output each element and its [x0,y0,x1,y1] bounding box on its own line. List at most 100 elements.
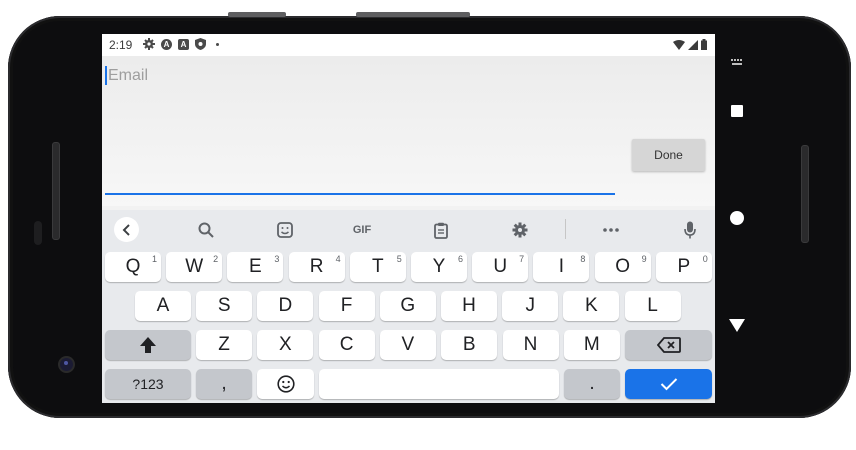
key-label: O [615,256,630,277]
shift-key[interactable] [105,330,191,360]
key-label: R [309,256,324,277]
collapse-toolbar-button[interactable] [114,217,139,242]
key-a[interactable]: A [135,291,191,321]
home-icon[interactable] [730,211,744,225]
chevron-left-icon [122,223,130,236]
key-m[interactable]: M [563,330,620,360]
volume-button [228,12,286,17]
emoji-key[interactable] [257,369,314,399]
search-button[interactable] [194,218,218,242]
key-label: U [493,256,508,277]
symbols-key[interactable]: ?123 [105,369,191,399]
emoji-icon [276,375,295,393]
clipboard-button[interactable] [429,218,453,242]
clipboard-icon [434,222,448,239]
key-c[interactable]: C [318,330,375,360]
key-label: W [185,256,204,277]
screen: 2:19 A A Email Done GIF Q 1 W 2 E 3 R 4 … [102,34,715,403]
status-left-icons: A A [143,38,219,50]
a-icon: A [161,38,172,50]
key-r[interactable]: R4 [288,252,345,282]
checkmark-icon [660,378,677,391]
mic-icon [684,221,696,239]
key-label: T [371,256,384,277]
key-v[interactable]: V [379,330,436,360]
key-number-hint: 5 [396,254,402,264]
key-t[interactable]: T5 [349,252,406,282]
battery-icon [701,39,707,50]
wifi-icon [673,39,685,50]
key-p[interactable]: P0 [655,252,712,282]
key-number-hint: 3 [274,254,280,264]
speaker-left [52,142,60,240]
backspace-icon [656,337,681,353]
status-time: 2:19 [109,38,133,52]
keyboard-toolbar: GIF [102,210,715,248]
done-button[interactable]: Done [632,139,705,171]
comma-key[interactable]: , [196,369,252,399]
gear-icon [512,222,528,238]
key-number-hint: 7 [519,254,525,264]
back-icon[interactable] [729,319,745,337]
key-f[interactable]: F [318,291,375,321]
gif-button[interactable]: GIF [349,218,375,242]
key-g[interactable]: G [379,291,436,321]
key-l[interactable]: L [624,291,681,321]
voice-input-button[interactable] [678,218,702,242]
period-key[interactable]: . [564,369,620,399]
backspace-key[interactable] [625,330,712,360]
key-n[interactable]: N [502,330,559,360]
shield-icon [195,38,206,50]
search-icon [198,222,214,238]
keyboard-switcher-icon[interactable] [731,54,743,72]
sticker-button[interactable] [273,218,297,242]
app-content: Email Done [102,56,715,206]
key-label: Y [432,256,446,277]
recents-icon[interactable] [731,105,743,117]
key-number-hint: 2 [213,254,219,264]
key-b[interactable]: B [441,330,498,360]
speaker-right [801,145,809,243]
email-input[interactable] [105,65,615,195]
key-d[interactable]: D [257,291,314,321]
status-right-icons [673,39,707,50]
key-number-hint: 9 [641,254,647,264]
sensor [34,221,42,245]
sticker-icon [277,222,293,238]
key-number-hint: 8 [580,254,586,264]
key-k[interactable]: K [563,291,620,321]
key-q[interactable]: Q1 [105,252,161,282]
key-label: I [558,256,565,277]
enter-key[interactable] [625,369,712,399]
key-e[interactable]: E3 [227,252,284,282]
key-h[interactable]: H [441,291,497,321]
key-u[interactable]: U7 [472,252,529,282]
key-number-hint: 6 [457,254,463,264]
settings-button[interactable] [508,218,532,242]
more-horizontal-icon [603,228,619,232]
toolbar-divider [565,219,566,239]
key-y[interactable]: Y6 [411,252,467,282]
key-x[interactable]: X [257,330,314,360]
key-i[interactable]: I8 [533,252,590,282]
key-j[interactable]: J [502,291,559,321]
signal-icon [688,39,698,50]
shift-icon [140,337,156,353]
text-cursor [105,66,107,85]
space-key[interactable] [319,369,559,399]
front-camera [60,358,73,371]
a-icon: A [178,38,189,50]
key-s[interactable]: S [196,291,253,321]
key-z[interactable]: Z [196,330,252,360]
key-label: E [249,256,262,277]
status-bar: 2:19 A A [102,34,715,56]
key-o[interactable]: O9 [594,252,651,282]
key-number-hint: 4 [335,254,341,264]
more-button[interactable] [599,218,623,242]
key-label: Q [125,256,141,277]
key-w[interactable]: W2 [166,252,223,282]
key-number-hint: 0 [702,254,708,264]
key-number-hint: 1 [151,254,157,264]
notification-dot-icon [216,42,219,46]
settings-icon [143,38,155,50]
